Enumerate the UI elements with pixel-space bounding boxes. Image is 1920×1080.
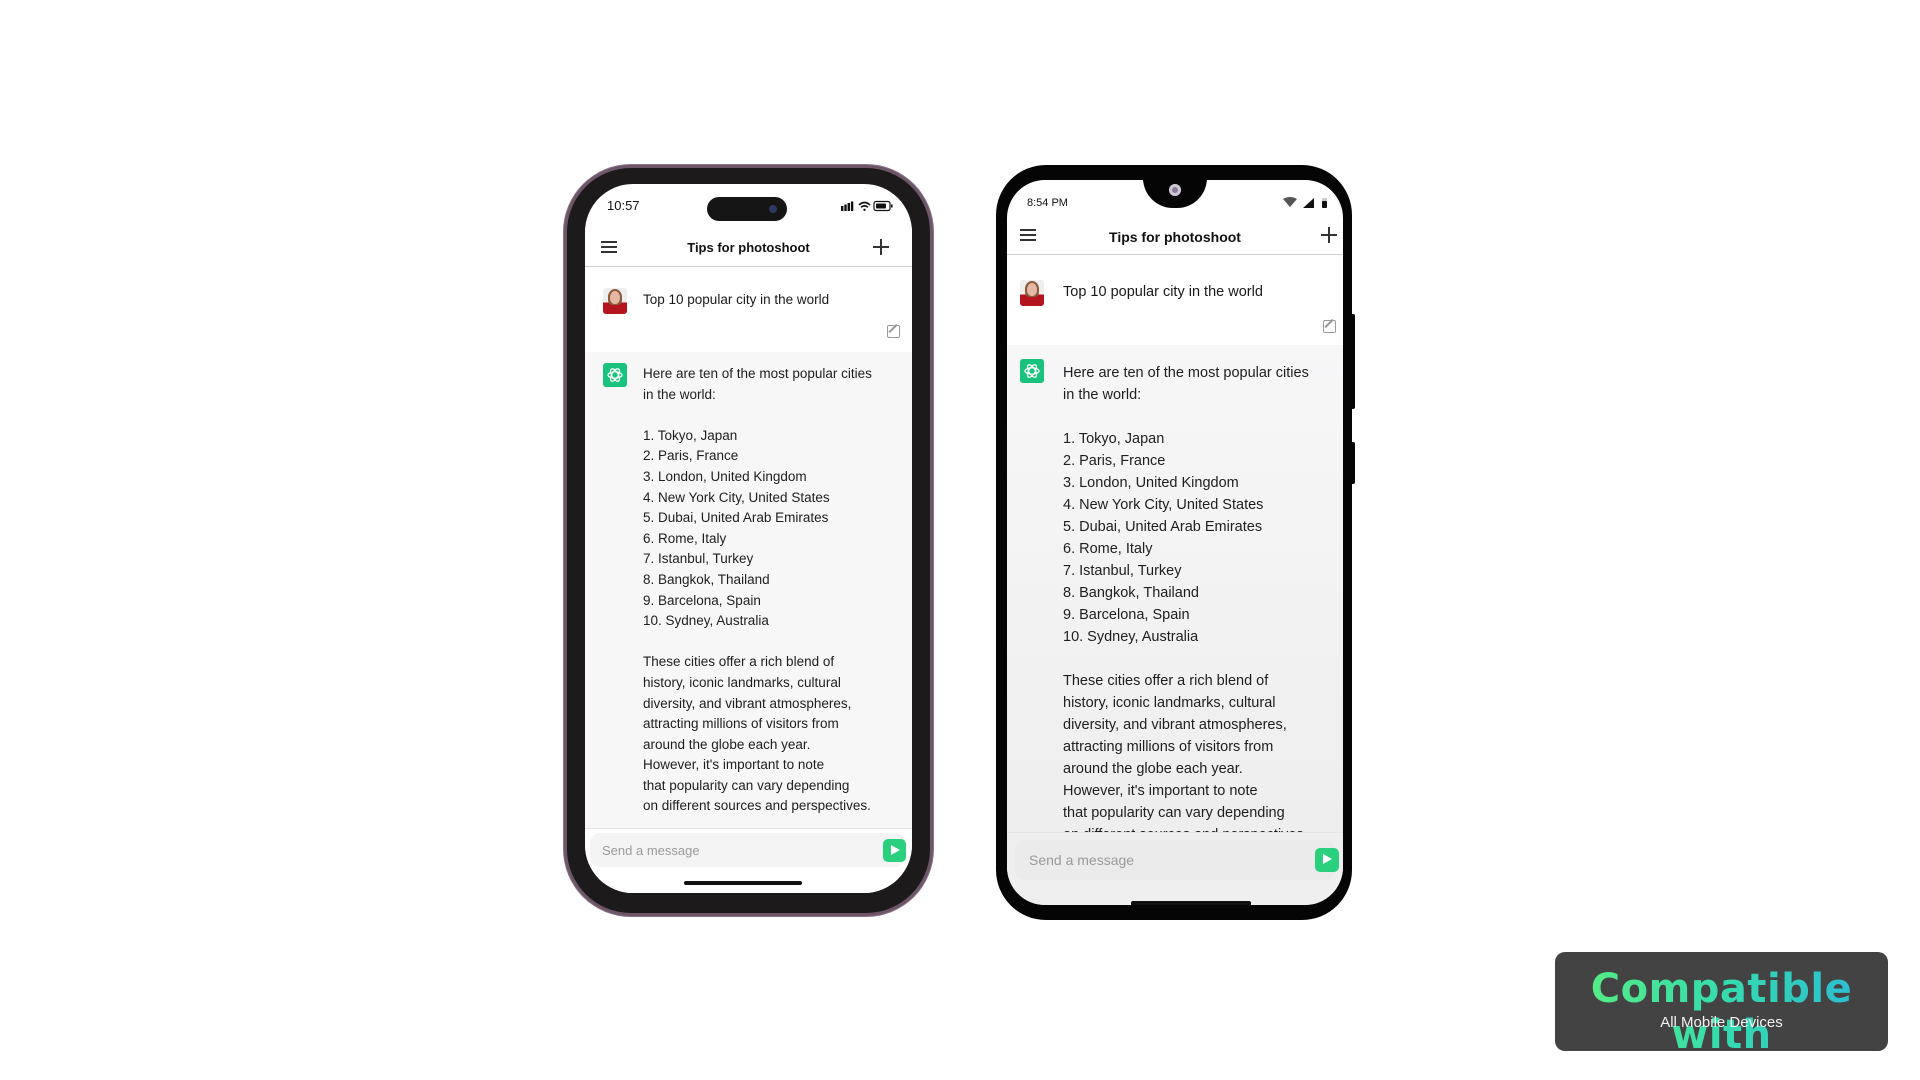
intro-line: Here are ten of the most popular cities	[1063, 365, 1309, 381]
intro-line: in the world:	[643, 386, 716, 402]
status-icons	[1283, 197, 1327, 208]
front-camera	[1169, 184, 1181, 196]
home-indicator	[684, 881, 802, 885]
paragraph-line: around the globe each year.	[1063, 761, 1243, 777]
chat-title: Tips for photoshoot	[687, 240, 810, 255]
chatgpt-logo-icon	[603, 363, 627, 387]
assistant-message: Here are ten of the most popular cities …	[1007, 345, 1343, 843]
list-item: 10. Sydney, Australia	[643, 613, 769, 629]
intro-line: Here are ten of the most popular cities	[643, 366, 872, 381]
message-input-box	[590, 833, 906, 867]
paragraph-line: diversity, and vibrant atmospheres,	[1063, 717, 1287, 733]
user-avatar	[603, 288, 627, 314]
paragraph-line: on different sources and perspectives.	[643, 798, 871, 814]
paragraph-line: that popularity can vary depending	[643, 777, 850, 793]
cellular-signal-icon	[841, 201, 854, 211]
user-message-text: Top 10 popular city in the world	[643, 292, 830, 307]
user-message-text: Top 10 popular city in the world	[1063, 284, 1263, 300]
paragraph-line: However, it's important to note	[643, 757, 825, 773]
user-avatar	[1020, 280, 1044, 306]
list-item: 6. Rome, Italy	[1063, 541, 1153, 557]
list-item: 5. Dubai, United Arab Emirates	[643, 510, 829, 526]
waterdrop-notch	[1143, 180, 1207, 208]
app-header: Tips for photoshoot	[585, 228, 912, 267]
assistant-message-text: Here are ten of the most popular cities …	[643, 364, 872, 817]
list-item: 9. Barcelona, Spain	[1063, 607, 1190, 623]
chat-title: Tips for photoshoot	[1109, 229, 1241, 245]
status-icons	[841, 200, 893, 212]
status-time: 8:54 PM	[1027, 197, 1068, 209]
list-item: 4. New York City, United States	[1063, 497, 1264, 513]
user-message: Top 10 popular city in the world	[1007, 256, 1343, 345]
compatibility-badge: Compatible with All Mobile Devices	[1555, 952, 1888, 1058]
badge-title: Compatible with	[1555, 966, 1888, 1058]
assistant-message: Here are ten of the most popular cities …	[585, 352, 912, 828]
list-item: 2. Paris, France	[1063, 453, 1166, 469]
wifi-icon	[858, 201, 871, 211]
user-message: Top 10 popular city in the world	[585, 268, 912, 352]
list-item: 8. Bangkok, Thailand	[1063, 585, 1199, 601]
edit-icon[interactable]	[1323, 320, 1336, 333]
list-item: 7. Istanbul, Turkey	[643, 551, 754, 567]
list-item: 3. London, United Kingdom	[643, 468, 807, 484]
iphone-power-button	[930, 360, 934, 445]
list-item: 7. Istanbul, Turkey	[1063, 563, 1182, 579]
navigation-bar-indicator	[1131, 901, 1251, 905]
paragraph-line: attracting millions of visitors from	[1063, 739, 1274, 755]
list-item: 1. Tokyo, Japan	[643, 427, 738, 443]
list-item: 6. Rome, Italy	[643, 530, 727, 546]
paragraph-line: around the globe each year.	[643, 736, 811, 752]
paragraph-line: However, it's important to note	[1063, 783, 1258, 799]
chatgpt-logo-icon	[1020, 359, 1044, 383]
new-chat-plus-icon[interactable]	[1321, 227, 1337, 243]
list-item: 3. London, United Kingdom	[1063, 475, 1239, 491]
status-time: 10:57	[607, 198, 640, 213]
paragraph-line: history, iconic landmarks, cultural	[643, 674, 841, 690]
list-item: 2. Paris, France	[643, 448, 739, 464]
battery-icon	[873, 200, 893, 212]
send-button[interactable]	[1315, 848, 1339, 872]
message-input[interactable]	[1015, 840, 1271, 880]
paragraph-line: These cities offer a rich blend of	[643, 654, 835, 670]
new-chat-plus-icon[interactable]	[873, 239, 889, 255]
paragraph-line: history, iconic landmarks, cultural	[1063, 695, 1276, 711]
iphone-screen: 10:57 Tips for photoshoot Top 10 popular…	[585, 184, 912, 893]
paragraph-line: attracting millions of visitors from	[643, 716, 839, 732]
badge-subtitle: All Mobile Devices	[1660, 1014, 1783, 1031]
send-button[interactable]	[883, 839, 906, 862]
list-item: 5. Dubai, United Arab Emirates	[1063, 519, 1263, 535]
battery-icon	[1322, 198, 1327, 208]
cellular-signal-icon	[1303, 198, 1314, 208]
composer	[585, 828, 912, 893]
android-screen: 8:54 PM Tips for photoshoot Top 10 popul…	[1007, 180, 1343, 905]
list-item: 8. Bangkok, Thailand	[643, 571, 770, 587]
front-camera	[769, 205, 777, 213]
list-item: 1. Tokyo, Japan	[1063, 431, 1165, 447]
message-input[interactable]	[590, 833, 842, 867]
list-item: 10. Sydney, Australia	[1063, 629, 1199, 645]
wifi-icon	[1283, 197, 1297, 207]
assistant-message-text: Here are ten of the most popular cities …	[1063, 362, 1309, 846]
list-item: 4. New York City, United States	[643, 489, 830, 505]
paragraph-line: that popularity can vary depending	[1063, 805, 1285, 821]
paragraph-line: diversity, and vibrant atmospheres,	[643, 695, 852, 711]
dynamic-island	[707, 197, 787, 221]
edit-icon[interactable]	[887, 325, 900, 338]
list-item: 9. Barcelona, Spain	[643, 592, 761, 608]
composer	[1007, 832, 1343, 905]
intro-line: in the world:	[1063, 387, 1142, 403]
paragraph-line: These cities offer a rich blend of	[1063, 673, 1269, 689]
message-input-box	[1015, 840, 1339, 880]
app-header: Tips for photoshoot	[1007, 218, 1343, 255]
